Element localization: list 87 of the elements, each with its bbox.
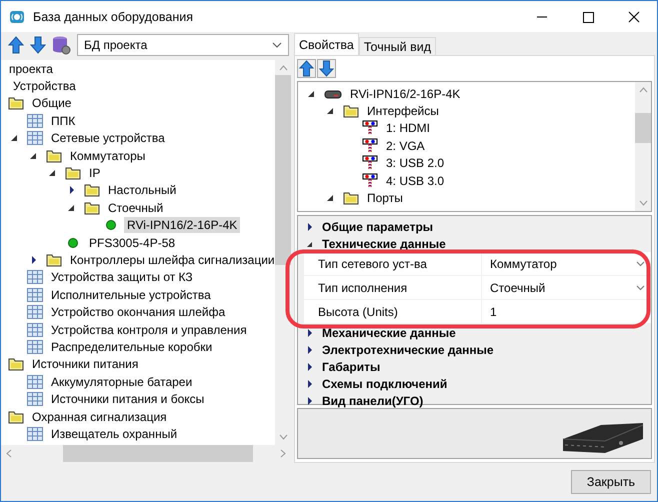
tab[interactable]: Точный вид <box>358 37 436 55</box>
arrow-down-icon[interactable] <box>29 36 47 54</box>
tree-item[interactable]: Источники питания <box>29 356 142 372</box>
folder-icon <box>343 191 359 206</box>
category-title[interactable]: Габариты <box>322 360 380 374</box>
arrow-down-icon[interactable] <box>317 59 336 78</box>
category-title[interactable]: Технические данные <box>322 236 446 250</box>
folder-icon <box>343 104 359 118</box>
database-dropdown[interactable]: БД проекта <box>77 34 289 56</box>
property-value-field[interactable]: 1 <box>482 300 651 323</box>
table-icon <box>27 322 43 337</box>
tree-item[interactable]: проекта <box>6 60 56 77</box>
table-icon <box>27 374 43 389</box>
folder-icon <box>84 200 100 215</box>
folder-icon <box>65 166 81 180</box>
folder-icon <box>84 183 100 198</box>
tree-item[interactable]: 3: USB 2.0 <box>383 155 448 172</box>
tree-item[interactable]: Устройства <box>10 78 79 94</box>
scroll-thumb[interactable] <box>275 75 291 265</box>
horizontal-scrollbar[interactable] <box>1 445 291 462</box>
dot-icon <box>65 236 81 250</box>
tree-item[interactable]: Настольный <box>105 182 180 198</box>
window-title: База данных оборудования <box>33 10 193 24</box>
table-icon <box>27 305 43 320</box>
connector-icon <box>362 120 378 136</box>
folder-icon <box>8 96 24 110</box>
property-dropdown[interactable]: Стоечный <box>482 276 651 299</box>
vertical-scrollbar[interactable] <box>635 82 651 211</box>
dot-icon <box>103 218 119 232</box>
table-icon <box>27 426 43 441</box>
tree-item[interactable]: 4: USB 3.0 <box>383 172 448 189</box>
tree-item[interactable]: 2: VGA <box>383 138 428 154</box>
tree-item[interactable]: Устройство окончания шлейфа <box>48 304 228 320</box>
property-name: Тип сетевого уст-ва <box>304 252 482 275</box>
tree-item[interactable]: Коммутаторы <box>67 148 148 164</box>
folder-icon <box>46 252 62 267</box>
database-icon[interactable] <box>51 35 71 55</box>
chevron-down-icon[interactable] <box>636 260 645 266</box>
folder-icon <box>8 410 24 424</box>
tree-item[interactable]: RVi-IPN16/2-16P-4K <box>347 86 464 102</box>
property-dropdown[interactable]: Коммутатор <box>482 252 651 275</box>
scroll-thumb[interactable] <box>635 113 651 143</box>
connector-icon <box>362 172 378 189</box>
tree-item[interactable]: RVi-IPN16/2-16P-4K <box>124 217 240 234</box>
tree-item[interactable]: Источники питания и боксы <box>48 391 208 408</box>
tree-item[interactable]: Контроллеры шлейфа сигнализации <box>67 252 275 268</box>
scroll-thumb[interactable] <box>63 445 253 462</box>
connector-icon <box>362 138 378 154</box>
tree-item[interactable]: PFS3005-4P-58 <box>86 234 178 251</box>
property-name: Высота (Units) <box>304 300 482 323</box>
tree-item[interactable]: Устройства контроля и управления <box>48 322 250 338</box>
category-title[interactable]: Электротехнические данные <box>322 342 494 356</box>
app-icon <box>9 8 25 24</box>
tree-item[interactable]: Стоечный <box>105 200 166 216</box>
category-title[interactable]: Вид панели(УГО) <box>322 394 424 408</box>
property-name: Тип исполнения <box>304 276 482 299</box>
tab[interactable]: Свойства <box>294 33 359 55</box>
category-title[interactable]: Механические данные <box>322 326 456 340</box>
table-icon <box>27 288 43 302</box>
tree-item[interactable]: Сетевые устройства <box>48 130 168 146</box>
tree-item[interactable]: Устройства защиты от КЗ <box>48 269 196 286</box>
tree-item[interactable]: Порты <box>364 190 406 206</box>
connector-icon <box>362 155 378 172</box>
table-icon <box>27 114 43 128</box>
category-title[interactable]: Общие параметры <box>322 220 434 234</box>
tree-item[interactable]: Исполнительные устройства <box>48 286 214 303</box>
tree-item[interactable]: Общие <box>29 95 74 112</box>
tree-item[interactable]: ППК <box>48 112 78 129</box>
chevron-down-icon[interactable] <box>636 284 645 290</box>
table-icon <box>27 270 43 284</box>
table-icon <box>27 340 43 354</box>
arrow-up-icon[interactable] <box>297 59 316 78</box>
tree-item[interactable]: IP <box>86 165 104 182</box>
tree-item[interactable]: Интерфейсы <box>364 103 442 120</box>
category-title[interactable]: Схемы подключений <box>322 376 448 390</box>
tree-item[interactable]: Охранная сигнализация <box>29 408 170 424</box>
tree-item[interactable]: Извещатель охранный <box>48 426 180 442</box>
close-button[interactable]: Закрыть <box>571 470 651 494</box>
table-icon <box>27 131 43 146</box>
tree-item[interactable]: Распределительные коробки <box>48 338 216 355</box>
tree-item[interactable]: 1: HDMI <box>383 120 434 136</box>
chevron-down-icon[interactable] <box>272 42 282 48</box>
folder-icon <box>8 357 24 372</box>
folder-icon <box>46 148 62 163</box>
arrow-up-icon[interactable] <box>7 36 25 54</box>
table-icon <box>27 392 43 406</box>
tree-item[interactable]: Аккумуляторные батареи <box>48 374 196 390</box>
